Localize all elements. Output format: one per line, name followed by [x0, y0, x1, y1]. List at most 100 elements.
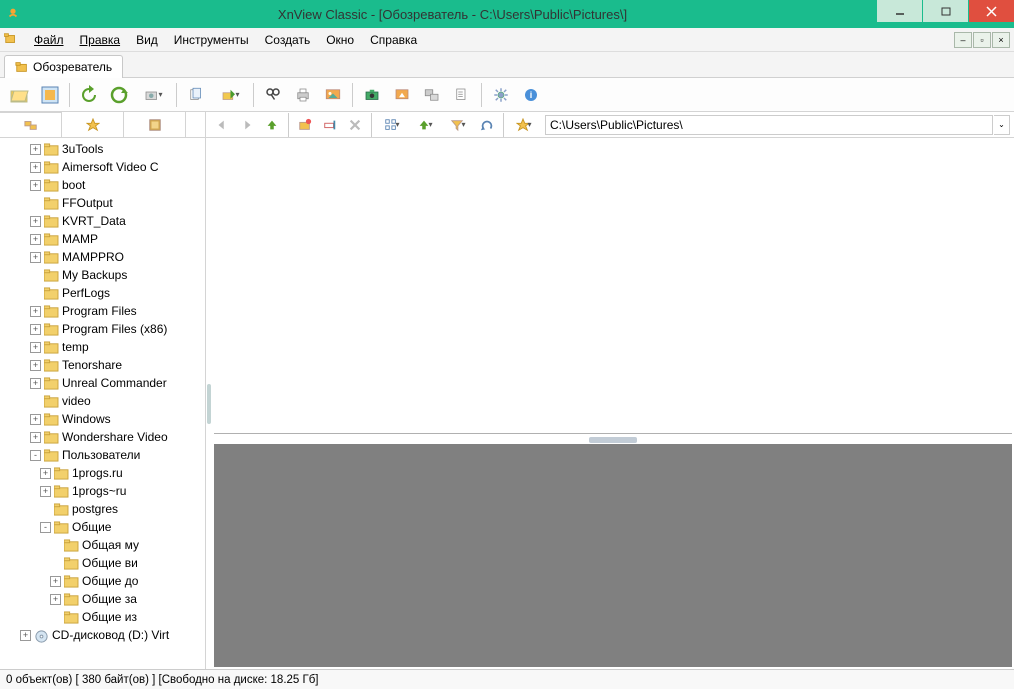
tree-item[interactable]: +MAMPPRO — [0, 248, 205, 266]
tree-item[interactable]: Общие из — [0, 608, 205, 626]
tree-expand-button[interactable]: - — [40, 522, 51, 533]
tree-expand-button[interactable]: + — [30, 378, 41, 389]
tree-item[interactable]: My Backups — [0, 266, 205, 284]
tree-item[interactable]: +Wondershare Video — [0, 428, 205, 446]
window-maximize-button[interactable] — [923, 0, 968, 22]
convert-button[interactable] — [388, 81, 416, 109]
new-folder-button[interactable] — [293, 114, 317, 136]
tree-item[interactable]: +Program Files (x86) — [0, 320, 205, 338]
tree-item[interactable]: +Program Files — [0, 302, 205, 320]
tree-tab-folders[interactable] — [0, 112, 62, 137]
tree-item[interactable]: +CD-дисковод (D:) Virt — [0, 626, 205, 644]
path-dropdown-button[interactable]: ⌄ — [994, 115, 1010, 135]
tree-item[interactable]: postgres — [0, 500, 205, 518]
tree-expand-button[interactable]: + — [30, 144, 41, 155]
sort-button[interactable]: ▾ — [409, 114, 441, 136]
tree-item[interactable]: Общие ви — [0, 554, 205, 572]
menu-window[interactable]: Окно — [318, 30, 362, 50]
tree-item[interactable]: video — [0, 392, 205, 410]
horizontal-splitter[interactable] — [212, 436, 1014, 444]
multipage-button[interactable] — [448, 81, 476, 109]
tree-item[interactable]: +KVRT_Data — [0, 212, 205, 230]
menu-tools[interactable]: Инструменты — [166, 30, 257, 50]
path-input[interactable] — [545, 115, 993, 135]
search-button[interactable] — [259, 81, 287, 109]
window-minimize-button[interactable] — [877, 0, 922, 22]
nav-up-button[interactable] — [260, 114, 284, 136]
refresh-recursive-button[interactable] — [105, 81, 133, 109]
open-button[interactable] — [6, 81, 34, 109]
tree-item[interactable]: FFOutput — [0, 194, 205, 212]
refresh-button[interactable] — [75, 81, 103, 109]
mdi-close-button[interactable]: × — [992, 32, 1010, 48]
tree-expand-button[interactable]: + — [30, 360, 41, 371]
tree-expand-button[interactable]: + — [30, 342, 41, 353]
nav-back-button[interactable] — [210, 114, 234, 136]
tree-expand-button[interactable]: + — [30, 162, 41, 173]
tree-expand-button[interactable]: + — [40, 486, 51, 497]
menu-help[interactable]: Справка — [362, 30, 425, 50]
tree-item[interactable]: +Windows — [0, 410, 205, 428]
rename-button[interactable] — [318, 114, 342, 136]
capture-button[interactable] — [358, 81, 386, 109]
slideshow-button[interactable] — [319, 81, 347, 109]
tree-item[interactable]: +Общие за — [0, 590, 205, 608]
view-mode-button[interactable]: ▾ — [376, 114, 408, 136]
folder-icon — [44, 341, 59, 354]
fullscreen-button[interactable] — [36, 81, 64, 109]
favorites-button[interactable]: ▾ — [508, 114, 540, 136]
window-close-button[interactable] — [969, 0, 1014, 22]
tree-item[interactable]: Общая му — [0, 536, 205, 554]
file-list-view[interactable] — [214, 140, 1012, 434]
tree-item[interactable]: +Tenorshare — [0, 356, 205, 374]
tree-expand-button[interactable]: + — [30, 432, 41, 443]
filter-button[interactable]: ▾ — [442, 114, 474, 136]
tree-expand-button[interactable]: + — [30, 180, 41, 191]
tree-item[interactable]: +Unreal Commander — [0, 374, 205, 392]
tree-tab-favorites[interactable] — [62, 112, 124, 137]
menu-file[interactable]: Файл — [26, 30, 72, 50]
move-to-button[interactable]: ▾ — [212, 81, 248, 109]
tree-item-label: MAMP — [62, 232, 98, 246]
print-button[interactable] — [289, 81, 317, 109]
batch-rename-button[interactable] — [418, 81, 446, 109]
tree-expand-button[interactable]: + — [50, 576, 61, 587]
tree-expand-button[interactable]: + — [20, 630, 31, 641]
tree-item[interactable]: +Aimersoft Video C — [0, 158, 205, 176]
delete-button[interactable] — [343, 114, 367, 136]
menu-edit[interactable]: Правка — [72, 30, 129, 50]
tree-item[interactable]: +1progs~ru — [0, 482, 205, 500]
tree-expand-button[interactable]: + — [30, 252, 41, 263]
tree-expand-button[interactable]: - — [30, 450, 41, 461]
copy-to-button[interactable] — [182, 81, 210, 109]
tree-item[interactable]: PerfLogs — [0, 284, 205, 302]
tree-expand-button[interactable]: + — [30, 414, 41, 425]
tree-expand-button[interactable]: + — [30, 234, 41, 245]
menu-create[interactable]: Создать — [257, 30, 319, 50]
menu-view[interactable]: Вид — [128, 30, 166, 50]
tree-expand-button[interactable]: + — [30, 306, 41, 317]
mdi-restore-button[interactable]: ▫ — [973, 32, 991, 48]
tree-item[interactable]: + MAMP — [0, 230, 205, 248]
nav-forward-button[interactable] — [235, 114, 259, 136]
mdi-minimize-button[interactable]: – — [954, 32, 972, 48]
tree-expand-button[interactable]: + — [50, 594, 61, 605]
tab-browser[interactable]: Обозреватель — [4, 55, 123, 78]
folder-icon — [64, 539, 79, 552]
tree-tab-categories[interactable] — [124, 112, 186, 137]
tree-item[interactable]: +boot — [0, 176, 205, 194]
tree-item[interactable]: -Пользователи — [0, 446, 205, 464]
compare-button[interactable] — [475, 114, 499, 136]
tree-expand-button[interactable]: + — [30, 216, 41, 227]
settings-button[interactable] — [487, 81, 515, 109]
tree-item[interactable]: +1progs.ru — [0, 464, 205, 482]
tree-item[interactable]: -Общие — [0, 518, 205, 536]
tree-expand-button[interactable]: + — [40, 468, 51, 479]
acquire-button[interactable]: ▾ — [135, 81, 171, 109]
tree-item[interactable]: +Общие до — [0, 572, 205, 590]
about-button[interactable]: i — [517, 81, 545, 109]
folder-tree[interactable]: +3uTools+Aimersoft Video C+bootFFOutput+… — [0, 138, 206, 669]
tree-item[interactable]: +temp — [0, 338, 205, 356]
tree-item[interactable]: +3uTools — [0, 140, 205, 158]
tree-expand-button[interactable]: + — [30, 324, 41, 335]
